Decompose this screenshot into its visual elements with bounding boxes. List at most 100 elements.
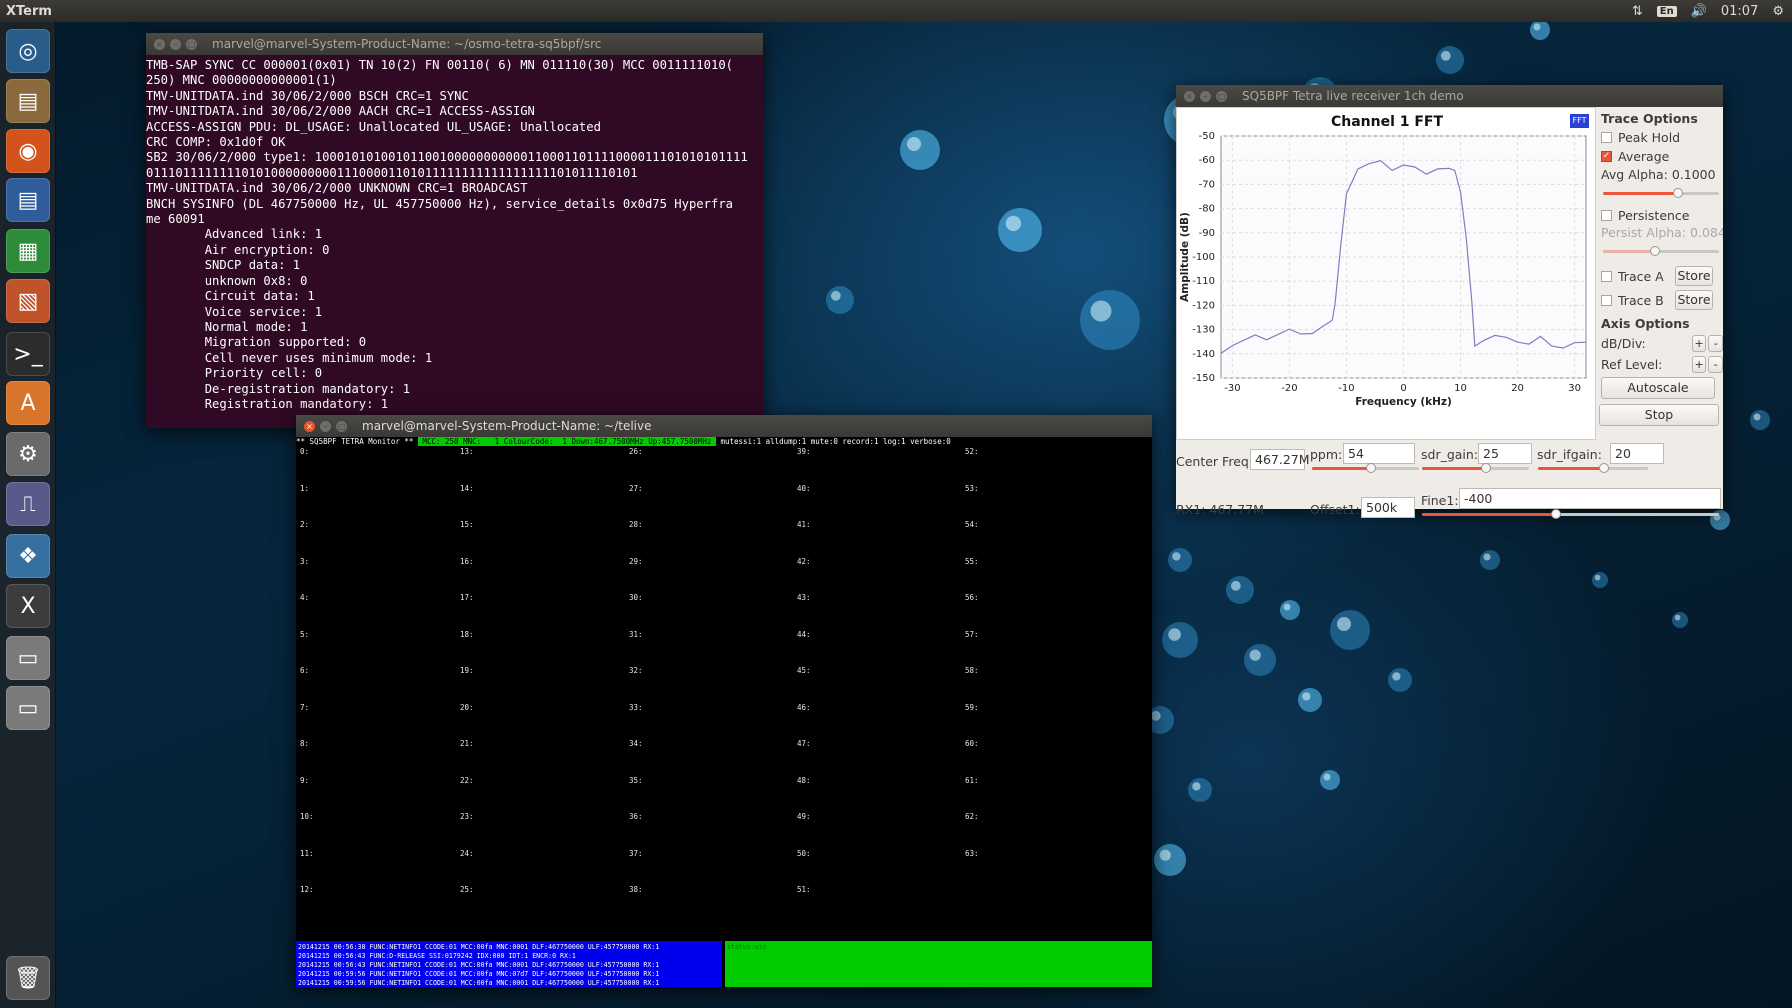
python-icon[interactable]: ❖ [6, 534, 50, 578]
maximize-icon[interactable]: □ [1216, 90, 1227, 102]
ppm-slider[interactable] [1312, 463, 1419, 473]
trace-a-checkbox[interactable]: Trace A Store [1601, 266, 1723, 286]
close-icon[interactable]: × [1184, 90, 1195, 102]
trace-b-box[interactable] [1601, 294, 1612, 306]
maximize-icon[interactable]: □ [336, 420, 347, 432]
timeslot-row: 59: [965, 702, 979, 712]
timeslot-row: 5: [300, 629, 310, 639]
y-tick-label: -110 [1192, 276, 1215, 287]
bokeh-dot [1298, 688, 1322, 712]
window-title: marvel@marvel-System-Product-Name: ~/osm… [212, 37, 602, 51]
dash-icon[interactable]: ◎ [6, 29, 50, 73]
close-icon[interactable]: × [154, 38, 165, 50]
impress-icon[interactable]: ▧ [6, 279, 50, 323]
minimize-icon[interactable]: – [1200, 90, 1211, 102]
timeslot-row: 38: [629, 885, 643, 894]
ref-level-plus-button[interactable]: + [1691, 356, 1707, 373]
sdr-gain-field[interactable]: 25 [1478, 443, 1532, 464]
slider-thumb[interactable] [1365, 463, 1376, 473]
timeslot-row: 6: [300, 666, 310, 675]
persistence-box[interactable] [1601, 210, 1612, 221]
gear-icon[interactable]: ⚙ [1772, 4, 1784, 19]
bokeh-dot [1226, 576, 1254, 604]
titlebar[interactable]: × – □ marvel@marvel-System-Product-Name:… [296, 415, 1152, 437]
db-div-minus-button[interactable]: - [1708, 335, 1723, 352]
terminal-icon[interactable]: >_ [6, 332, 50, 376]
terminal-line: unknown 0x8: 0 [146, 273, 308, 288]
ref-level-minus-button[interactable]: - [1708, 356, 1723, 373]
trace-options-panel: Trace Options Peak Hold ✓ Average Avg Al… [1597, 107, 1723, 440]
clock[interactable]: 01:07 [1721, 4, 1758, 19]
trace-a-box[interactable] [1601, 270, 1612, 282]
slider-thumb[interactable] [1673, 188, 1684, 198]
db-div-plus-button[interactable]: + [1691, 335, 1707, 352]
slider-thumb[interactable] [1550, 509, 1561, 519]
fine1-slider[interactable] [1422, 509, 1719, 519]
slider-thumb[interactable] [1599, 463, 1609, 473]
log-line: 20141215 00:59:56 FUNC:NETINFO1 CCODE:01… [298, 969, 660, 978]
writer-icon[interactable]: ▤ [6, 178, 50, 222]
peak-hold-checkbox[interactable]: Peak Hold [1601, 130, 1723, 145]
autoscale-button[interactable]: Autoscale [1601, 377, 1715, 399]
ref-level-label: Ref Level: [1601, 357, 1663, 372]
drive-icon-1[interactable]: ▭ [6, 636, 50, 680]
titlebar[interactable]: × – □ marvel@marvel-System-Product-Name:… [146, 33, 763, 55]
software-center-icon[interactable]: A [6, 381, 50, 425]
minimize-icon[interactable]: – [320, 420, 331, 432]
stop-button[interactable]: Stop [1599, 404, 1719, 426]
close-icon[interactable]: × [304, 420, 315, 432]
slider-thumb[interactable] [1650, 246, 1661, 256]
firefox-icon[interactable]: ◉ [6, 129, 50, 173]
keyboard-indicator[interactable]: En [1656, 5, 1677, 17]
persistence-checkbox[interactable]: Persistence [1601, 208, 1723, 223]
files-icon[interactable]: ▤ [6, 79, 50, 123]
titlebar[interactable]: × – □ SQ5BPF Tetra live receiver 1ch dem… [1176, 85, 1723, 107]
receiver-window[interactable]: × – □ SQ5BPF Tetra live receiver 1ch dem… [1176, 85, 1723, 519]
x-axis-label: Frequency (kHz) [1355, 396, 1452, 408]
ppm-field[interactable]: 54 [1343, 443, 1415, 464]
center-freq-field[interactable]: 467.27M [1250, 449, 1310, 470]
tetra-monitor[interactable]: ** SQ5BPF TETRA Monitor ** MCC: 250 MNC:… [296, 437, 1152, 987]
timeslot-row: 60: [965, 739, 979, 748]
fine1-field[interactable]: -400 [1459, 488, 1721, 509]
offset1-field[interactable]: 500k [1361, 497, 1415, 518]
average-checkbox[interactable]: ✓ Average [1601, 149, 1723, 164]
avg-alpha-slider[interactable] [1603, 188, 1719, 198]
gnuradio-companion-icon[interactable]: ⎍ [6, 482, 50, 526]
peak-hold-box[interactable] [1601, 132, 1612, 143]
terminal-line: Circuit data: 1 [146, 289, 315, 304]
status-pane: status:win [725, 941, 1152, 987]
db-div-row: dB/Div: + - [1601, 335, 1723, 352]
store-a-button[interactable]: Store [1675, 266, 1713, 286]
calc-icon[interactable]: ▦ [6, 229, 50, 273]
store-b-button[interactable]: Store [1675, 290, 1713, 310]
persist-alpha-slider[interactable] [1603, 246, 1719, 256]
minimize-icon[interactable]: – [170, 38, 181, 50]
peak-hold-label: Peak Hold [1618, 130, 1681, 145]
terminal-line: me 60091 [146, 212, 205, 227]
timeslot-row: 45: [797, 666, 811, 675]
system-settings-icon[interactable]: ⚙ [6, 432, 50, 476]
terminal-output[interactable]: TMB-SAP SYNC CC 000001(0x01) TN 10(2) FN… [146, 55, 763, 428]
network-icon[interactable]: ⇅ [1632, 4, 1643, 19]
timeslot-row: 41: [797, 520, 811, 529]
bokeh-highlight [1192, 782, 1201, 791]
rx1-label: RX1: 467.77M [1176, 502, 1264, 517]
sdr-gain-slider[interactable] [1422, 463, 1529, 473]
bokeh-dot [1480, 550, 1500, 570]
slider-thumb[interactable] [1481, 463, 1492, 473]
fft-plot[interactable]: Channel 1 FFT FFT -50 -60 -70 -80 -90 -100 -11… [1176, 107, 1596, 440]
sdr-ifgain-field[interactable]: 20 [1610, 443, 1664, 464]
trash-icon[interactable]: 🗑 [6, 956, 50, 1000]
trace-b-label: Trace B [1618, 292, 1664, 308]
trace-b-checkbox[interactable]: Trace B Store [1601, 290, 1723, 310]
terminal-window-osmo-tetra[interactable]: × – □ marvel@marvel-System-Product-Name:… [146, 33, 763, 428]
terminal-window-telive[interactable]: × – □ marvel@marvel-System-Product-Name:… [296, 415, 1152, 987]
maximize-icon[interactable]: □ [186, 38, 197, 50]
sdr-ifgain-slider[interactable] [1538, 463, 1648, 473]
xterm-icon[interactable]: X [6, 584, 50, 628]
drive-icon-2[interactable]: ▭ [6, 686, 50, 730]
timeslot-row: 17: [460, 593, 474, 602]
volume-icon[interactable]: 🔊 [1691, 4, 1707, 19]
average-box[interactable]: ✓ [1601, 151, 1612, 162]
